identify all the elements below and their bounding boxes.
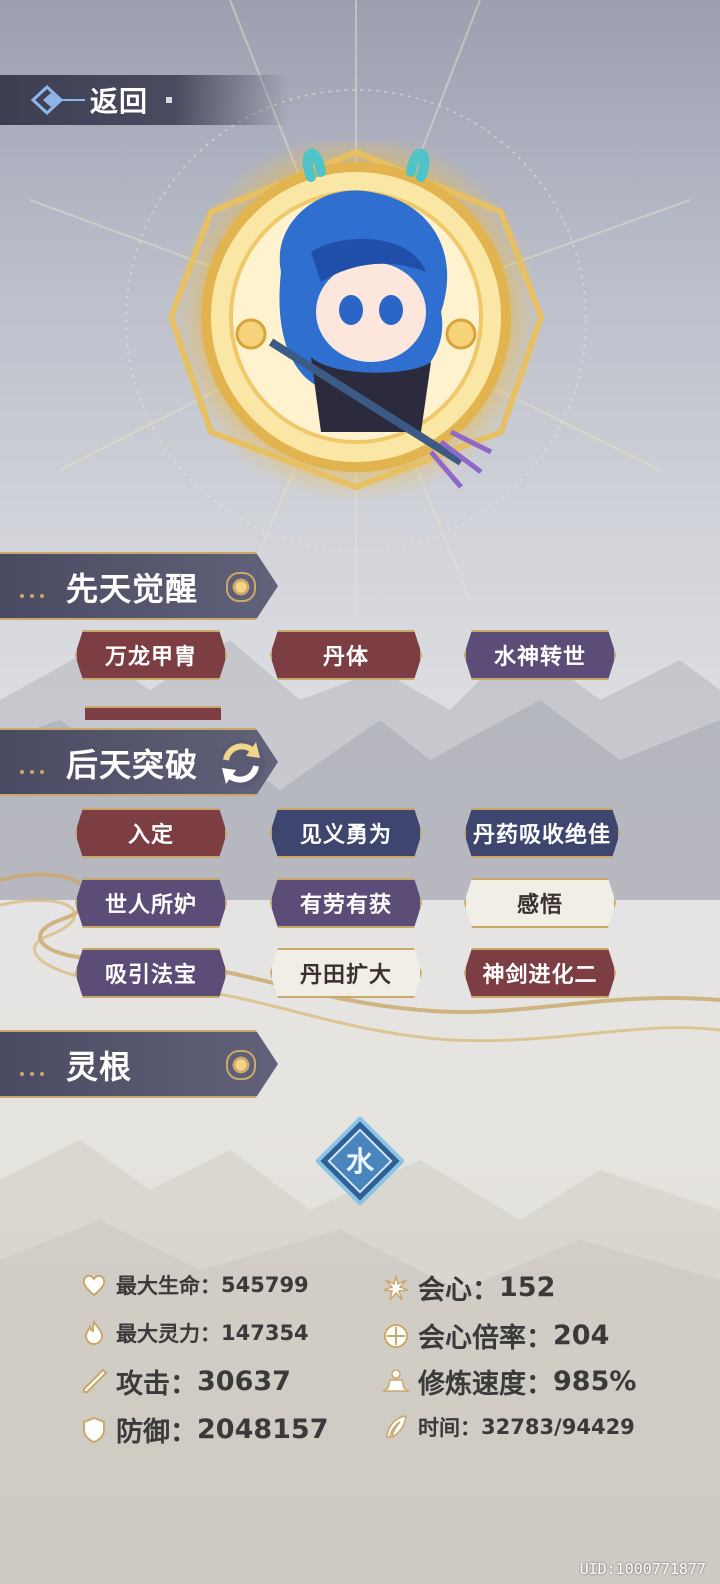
section-title: 先天觉醒: [66, 570, 199, 608]
flame-icon: [84, 1319, 104, 1346]
stat-crit-multiplier: 会心倍率： 204: [382, 1316, 609, 1355]
section-title: 后天突破: [66, 746, 199, 784]
section-header-innate: 先天觉醒: [0, 552, 278, 620]
back-arrow-icon[interactable]: [30, 80, 88, 120]
acquired-tag[interactable]: 丹田扩大: [270, 948, 422, 998]
stat-defense: 防御： 2048157: [80, 1410, 329, 1449]
stat-attack: 攻击： 30637: [80, 1362, 291, 1401]
acquired-tag[interactable]: 见义勇为: [270, 808, 422, 858]
innate-tag[interactable]: 水神转世: [464, 630, 616, 680]
ornament-icon: [226, 1050, 256, 1080]
meditation-icon: [382, 1368, 410, 1392]
hidden-tag-edge: [85, 706, 221, 720]
back-bar[interactable]: 返回: [0, 75, 290, 125]
refresh-icon[interactable]: [212, 734, 270, 792]
sword-icon: [83, 1368, 108, 1393]
acquired-tag[interactable]: 丹药吸收绝佳: [464, 808, 620, 858]
water-root-icon[interactable]: 水: [316, 1117, 404, 1205]
acquired-tag[interactable]: 感悟: [464, 878, 616, 928]
stat-crit: 会心： 152: [382, 1268, 555, 1307]
character-portrait: [167, 142, 545, 502]
section-header-root: 灵根: [0, 1030, 278, 1098]
section-title: 灵根: [66, 1048, 133, 1086]
back-label[interactable]: 返回: [90, 80, 148, 120]
acquired-tag[interactable]: 神剑进化二: [464, 948, 616, 998]
heart-icon: [82, 1274, 106, 1297]
target-icon: [384, 1323, 408, 1348]
decorative-dots: [20, 1061, 60, 1076]
acquired-tag[interactable]: 入定: [75, 808, 227, 858]
stat-cultivation-speed: 修炼速度： 985%: [382, 1362, 636, 1401]
innate-tag[interactable]: 万龙甲胄: [75, 630, 227, 680]
stat-time: 时间： 32783/94429: [382, 1412, 635, 1442]
ornament-icon: [226, 572, 256, 602]
stat-max-hp: 最大生命： 545799: [80, 1270, 309, 1300]
acquired-tag[interactable]: 有劳有获: [270, 878, 422, 928]
acquired-tag[interactable]: 吸引法宝: [75, 948, 227, 998]
innate-tag[interactable]: 丹体: [270, 630, 422, 680]
feather-icon: [386, 1415, 407, 1439]
decorative-dots: [20, 583, 60, 598]
burst-icon: [383, 1275, 409, 1300]
shield-icon: [83, 1416, 105, 1443]
user-id: UID:1000771877: [579, 1560, 706, 1578]
root-element-label: 水: [346, 1145, 375, 1178]
decorative-dots: [20, 759, 60, 774]
stat-max-mp: 最大灵力： 147354: [80, 1318, 309, 1348]
decorative-dot: [166, 97, 173, 103]
acquired-tag[interactable]: 世人所妒: [75, 878, 227, 928]
